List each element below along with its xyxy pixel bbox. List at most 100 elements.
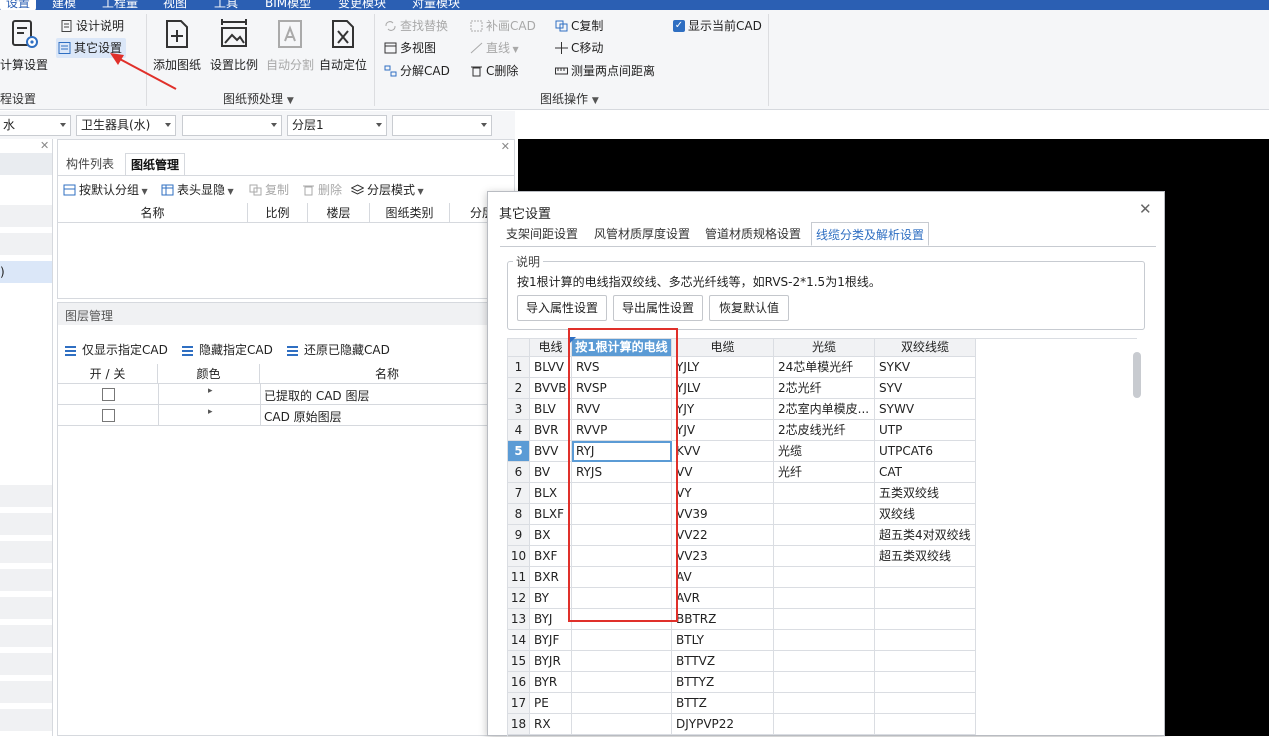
col-optical-cable[interactable]: 光缆 (774, 339, 875, 357)
optical-cable-cell[interactable] (774, 567, 875, 588)
add-drawing-button[interactable]: 添加图纸 (149, 14, 205, 84)
wire-cell[interactable]: BVR (530, 420, 572, 441)
menu-bim[interactable]: BIM模型 (265, 0, 311, 10)
design-notes-button[interactable]: 设计说明 (58, 16, 124, 36)
twisted-pair-cell[interactable]: UTPCAT6 (875, 441, 976, 462)
wire-cell[interactable]: BYJF (530, 630, 572, 651)
close-icon[interactable]: ✕ (40, 139, 49, 152)
filter-combo-3[interactable] (182, 115, 282, 136)
wire-cell[interactable]: BVVB (530, 378, 572, 399)
col-cable[interactable]: 电缆 (672, 339, 774, 357)
twisted-pair-cell[interactable]: 超五类双绞线 (875, 546, 976, 567)
optical-cable-cell[interactable] (774, 714, 875, 735)
cable-cell[interactable]: VY (672, 483, 774, 504)
single-wire-cell[interactable] (572, 630, 672, 651)
cable-cell[interactable]: KVV (672, 441, 774, 462)
menu-view[interactable]: 视图 (163, 0, 187, 10)
cable-cell[interactable]: VV (672, 462, 774, 483)
line-button[interactable]: 直线 ▼ (468, 38, 519, 58)
tab-component-list[interactable]: 构件列表 (61, 153, 119, 175)
single-wire-cell[interactable]: RYJ (572, 441, 672, 462)
group-default-button[interactable]: 按默认分组 ▼ (61, 180, 148, 200)
wire-cell[interactable]: BX (530, 525, 572, 546)
category-combo[interactable]: 水 (0, 115, 71, 136)
cable-cell[interactable]: YJV (672, 420, 774, 441)
layer-mode-button[interactable]: 分层模式 ▼ (349, 180, 424, 200)
cable-cell[interactable]: VV39 (672, 504, 774, 525)
col-wire[interactable]: 电线 (530, 339, 572, 357)
single-wire-cell[interactable] (572, 504, 672, 525)
wire-cell[interactable]: BXR (530, 567, 572, 588)
split-cad-button[interactable]: 分解CAD (382, 61, 450, 81)
col-single-wire[interactable]: 按1根计算的电线 (572, 339, 672, 357)
wire-cell[interactable]: BVV (530, 441, 572, 462)
menu-quantity[interactable]: 工程量 (102, 0, 138, 10)
optical-cable-cell[interactable] (774, 525, 875, 546)
single-wire-cell[interactable] (572, 567, 672, 588)
tab-support-spacing[interactable]: 支架间距设置 (502, 222, 582, 246)
complete-cad-button[interactable]: 补画CAD (468, 16, 536, 36)
component-type-combo[interactable]: 卫生器具(水) (76, 115, 176, 136)
wire-cell[interactable]: BLV (530, 399, 572, 420)
optical-cable-cell[interactable]: 2芯光纤 (774, 378, 875, 399)
single-wire-cell[interactable] (572, 546, 672, 567)
layer-combo[interactable]: 分层1 (287, 115, 387, 136)
copy-button[interactable]: 复制 (247, 180, 289, 200)
col-layer-name[interactable]: 名称 (260, 364, 514, 384)
show-only-cad-button[interactable]: 仅显示指定CAD (62, 340, 168, 360)
single-wire-cell[interactable] (572, 672, 672, 693)
filter-combo-5[interactable] (392, 115, 492, 136)
single-wire-cell[interactable] (572, 714, 672, 735)
layer-toggle-checkbox[interactable] (102, 388, 115, 401)
optical-cable-cell[interactable]: 光纤 (774, 462, 875, 483)
cable-cell[interactable]: YJLY (672, 357, 774, 378)
chevron-down-icon[interactable]: ▼ (592, 96, 599, 106)
hide-cad-button[interactable]: 隐藏指定CAD (179, 340, 273, 360)
twisted-pair-cell[interactable]: 双绞线 (875, 504, 976, 525)
col-drawing-category[interactable]: 图纸类别 (370, 203, 450, 223)
cable-cell[interactable]: BTTZ (672, 693, 774, 714)
twisted-pair-cell[interactable]: SYWV (875, 399, 976, 420)
optical-cable-cell[interactable] (774, 483, 875, 504)
optical-cable-cell[interactable] (774, 504, 875, 525)
wire-cell[interactable]: BYJ (530, 609, 572, 630)
twisted-pair-cell[interactable]: UTP (875, 420, 976, 441)
twisted-pair-cell[interactable] (875, 588, 976, 609)
single-wire-cell[interactable] (572, 588, 672, 609)
c-copy-button[interactable]: C复制 (553, 16, 603, 36)
cable-cell[interactable]: BBTRZ (672, 609, 774, 630)
single-wire-cell[interactable] (572, 525, 672, 546)
single-wire-cell[interactable] (572, 651, 672, 672)
cable-cell[interactable]: AV (672, 567, 774, 588)
twisted-pair-cell[interactable] (875, 630, 976, 651)
col-scale[interactable]: 比例 (248, 203, 308, 223)
single-wire-cell[interactable]: RVVP (572, 420, 672, 441)
cable-cell[interactable]: BTTVZ (672, 651, 774, 672)
twisted-pair-cell[interactable] (875, 714, 976, 735)
menu-compare[interactable]: 对量模块 (412, 0, 460, 10)
cable-cell[interactable]: VV23 (672, 546, 774, 567)
optical-cable-cell[interactable] (774, 609, 875, 630)
optical-cable-cell[interactable]: 24芯单模光纤 (774, 357, 875, 378)
col-on-off[interactable]: 开 / 关 (58, 364, 158, 384)
wire-cell[interactable]: BLX (530, 483, 572, 504)
close-icon[interactable]: ✕ (1139, 200, 1152, 218)
wire-cell[interactable]: BV (530, 462, 572, 483)
tab-pipe-spec[interactable]: 管道材质规格设置 (701, 222, 805, 246)
twisted-pair-cell[interactable]: SYV (875, 378, 976, 399)
wire-cell[interactable]: BYJR (530, 651, 572, 672)
wire-cell[interactable]: BY (530, 588, 572, 609)
wire-cell[interactable]: BYR (530, 672, 572, 693)
twisted-pair-cell[interactable]: CAT (875, 462, 976, 483)
cable-cell[interactable]: BTLY (672, 630, 774, 651)
layer-toggle-checkbox[interactable] (102, 409, 115, 422)
single-wire-cell[interactable] (572, 693, 672, 714)
other-settings-button[interactable]: 其它设置 (56, 38, 127, 58)
single-wire-cell[interactable] (572, 609, 672, 630)
optical-cable-cell[interactable] (774, 672, 875, 693)
twisted-pair-cell[interactable] (875, 651, 976, 672)
cable-cell[interactable]: VV22 (672, 525, 774, 546)
wire-cell[interactable]: RX (530, 714, 572, 735)
optical-cable-cell[interactable] (774, 588, 875, 609)
calc-settings-button[interactable]: 计算设置 (0, 14, 52, 84)
